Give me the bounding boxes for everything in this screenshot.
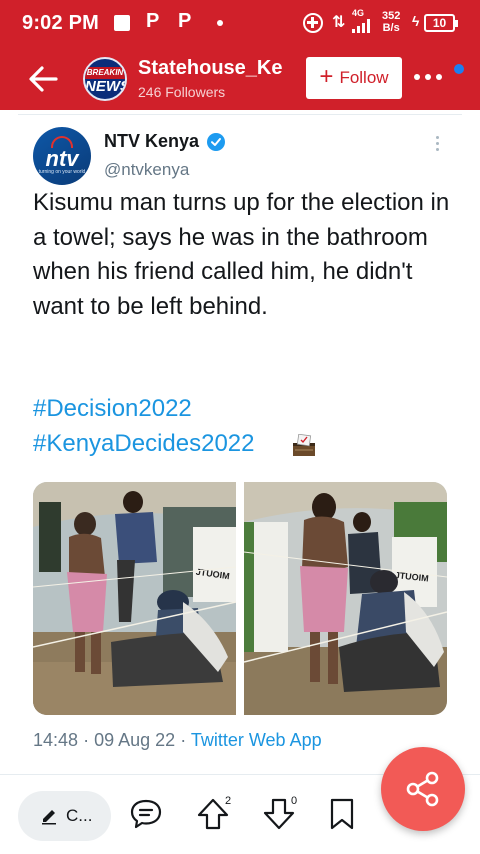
verified-badge-icon [207,133,225,151]
comment-input-button[interactable]: C... [18,791,111,841]
plus-icon: + [319,63,334,90]
battery-icon: 10 [424,14,458,32]
speed-unit: B/s [382,22,400,34]
follow-button[interactable]: + Follow [306,57,402,99]
tweet-photo[interactable]: JTUOIM [33,482,236,715]
comment-icon[interactable] [129,796,163,832]
back-arrow-icon[interactable] [26,62,60,96]
app-header: BREAKIN NEWS Statehouse_Ke 246 Followers… [0,48,480,110]
network-type: 4G [352,8,365,18]
data-transfer-icon: ⇅ [332,14,346,31]
network-speed: 352 B/s [382,10,400,34]
avatar-text-news: NEWS [85,78,127,95]
tweet-author-name[interactable]: NTV Kenya [104,131,199,152]
notification-square-icon [114,15,130,31]
data-saver-icon [303,13,323,33]
followers-count: 246 Followers [138,84,226,100]
speed-value: 352 [382,10,401,22]
hashtag-link[interactable]: #KenyaDecides2022 [33,430,255,458]
follow-label: Follow [339,68,389,87]
comment-label: C... [66,806,93,825]
tweet-source-link[interactable]: Twitter Web App [191,730,322,750]
downvote-count: 0 [291,795,298,807]
tweet-date: 09 Aug 22 [94,730,176,750]
tweet-text: Kisumu man turns up for the election in … [33,189,450,320]
tweet-author-avatar[interactable]: ntv turning on your world [33,127,91,185]
tweet-menu-icon[interactable] [436,136,439,151]
tweet-timestamp: 14:48 · 09 Aug 22 · Twitter Web App [33,730,322,751]
share-icon [406,771,439,807]
profile-avatar[interactable]: BREAKIN NEWS [83,57,127,101]
notification-p-icon-2: P [178,10,192,32]
tweet-photo[interactable]: JTUOIM [244,482,447,715]
divider [18,114,462,115]
charging-icon: ϟ [412,13,420,29]
profile-name[interactable]: Statehouse_Ke [138,57,283,80]
notification-dot-icon [217,20,223,26]
share-button[interactable] [381,747,465,831]
ballot-box-icon [293,434,315,456]
tweet-author-handle[interactable]: @ntvkenya [104,160,189,180]
meta-separator: · [83,730,90,750]
meta-separator: · [180,730,187,750]
status-time: 9:02 PM [22,12,99,34]
bookmark-icon[interactable] [325,796,359,832]
signal-icon [352,19,374,33]
notification-p-icon: P [146,10,160,32]
hashtag-link[interactable]: #Decision2022 [33,395,192,423]
notification-indicator [454,64,464,74]
more-options-icon[interactable] [414,74,442,80]
tweet-time: 14:48 [33,730,79,750]
upvote-count: 2 [225,795,232,807]
pencil-icon [42,810,56,825]
status-bar: 9:02 PM P P ⇅ 4G 352 B/s ϟ 10 [0,0,480,48]
avatar-tagline: turning on your world [38,169,86,175]
